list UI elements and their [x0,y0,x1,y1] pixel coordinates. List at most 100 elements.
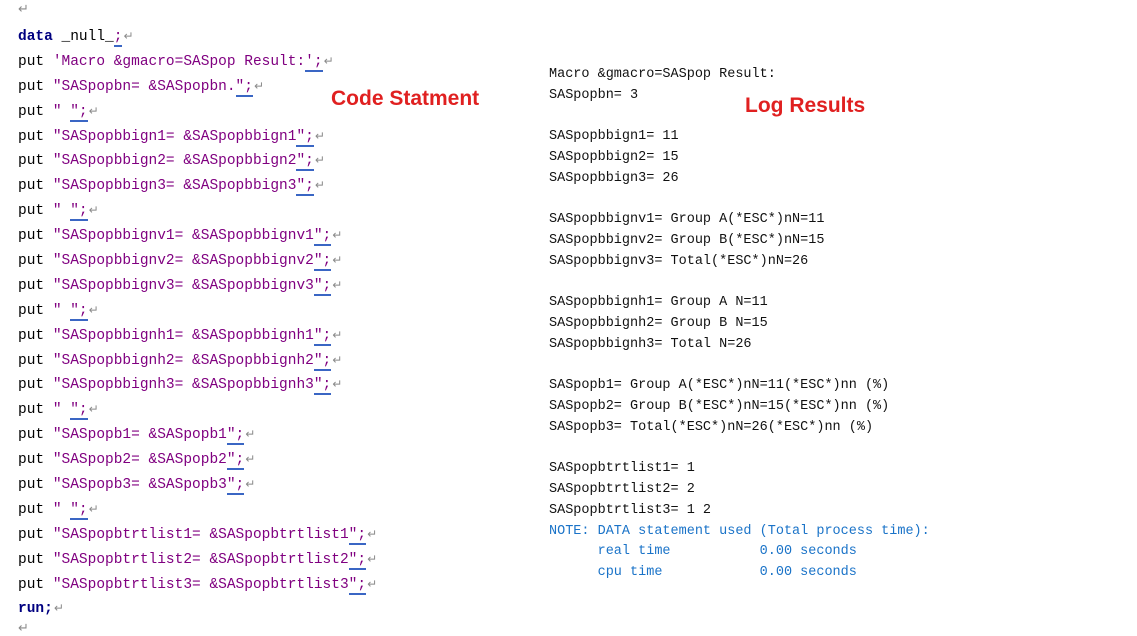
log-line: SASpopb1= Group A(*ESC*)nN=11(*ESC*)nn (… [549,378,890,394]
code-text: put [18,178,53,195]
code-line: put "SASpopb2= &SASpopb2";↵ [18,447,377,472]
log-line: SASpopbn= 3 [549,87,639,103]
log-line: SASpopbtrtlist3= 1 2 [549,502,712,518]
paragraph-mark: ↵ [332,352,343,367]
code-text: put [18,427,53,444]
log-line: SASpopbbign1= 11 [549,129,679,145]
log-line: SASpopbbignh3= Total N=26 [549,336,752,352]
log-line: SASpopb2= Group B(*ESC*)nN=15(*ESC*)nn (… [549,399,890,414]
code-line: put "SASpopbtrtlist1= &SASpopbtrtlist1";… [18,522,377,547]
code-text: put [18,526,53,543]
code-text: put [18,576,53,593]
code-text: put [18,327,53,344]
log-line: SASpopbbignv3= Total(*ESC*)nN=26 [549,253,809,269]
code-terminator: "; [313,377,332,396]
code-text: put [18,551,53,568]
code-terminator: "; [235,78,253,97]
code-line: put " ";↵ [18,99,377,124]
code-terminator: "; [296,178,314,197]
code-line: data _null_;↵ [18,24,377,49]
code-line: put "SASpopb1= &SASpopb1";↵ [18,422,377,447]
code-terminator: "; [70,402,88,421]
paragraph-mark: ↵ [53,601,64,616]
log-line: SASpopbbignh2= Group B N=15 [549,316,768,331]
code-string: " [52,302,71,319]
code-text: put [18,277,53,294]
code-string: "SASpopbtrtlist1= &SASpopbtrtlist1 [52,526,349,543]
code-terminator: "; [226,452,245,471]
paragraph-mark: ↵ [88,501,99,516]
code-terminator: '; [305,53,323,72]
code-line: put " ";↵ [18,298,377,323]
code-string: " [52,402,71,419]
code-line: put " ";↵ [18,198,377,223]
code-string: " [52,501,71,518]
code-terminator: "; [226,477,245,496]
code-text: put [18,352,53,369]
code-text: put [18,103,53,120]
code-text: put [18,452,53,469]
log-line: SASpopbbign2= 15 [549,150,679,165]
code-statement-panel: data _null_;↵ put 'Macro &gmacro=SASpop R… [18,24,377,621]
code-text: put [18,402,53,419]
paragraph-mark: ↵ [332,277,343,292]
paragraph-mark: ↵ [245,452,256,467]
code-line: put "SASpopbbign2= &SASpopbbign2";↵ [18,148,377,173]
log-line: SASpopbbignv2= Group B(*ESC*)nN=15 [549,233,825,248]
code-line: put "SASpopbbignh2= &SASpopbbignh2";↵ [18,348,377,373]
code-string: "SASpopbbignh1= &SASpopbbignh1 [52,327,314,344]
paragraph-mark: ↵ [123,29,134,43]
code-terminator: "; [226,427,245,446]
log-note-line: real time 0.00 seconds [549,544,857,560]
paragraph-mark: ↵ [314,128,325,143]
code-string: "SASpopbbign2= &SASpopbbign2 [52,153,297,170]
log-note-line: NOTE: DATA statement used (Total process… [549,523,930,539]
code-terminator: "; [313,228,332,247]
paragraph-mark: ↵ [323,53,334,68]
log-line: SASpopbbignv1= Group A(*ESC*)nN=11 [549,212,825,228]
code-terminator: ; [113,29,123,47]
code-line: put "SASpopbbignv2= &SASpopbbignv2";↵ [18,248,377,273]
paragraph-mark: ↵ [367,526,378,541]
code-line: run;↵ [18,596,377,621]
code-string: "SASpopbtrtlist3= &SASpopbtrtlist3 [52,576,349,593]
code-line: put "SASpopb3= &SASpopb3";↵ [18,472,377,497]
code-terminator: "; [348,551,367,570]
code-text: put [18,253,53,270]
paragraph-mark: ↵ [332,228,343,243]
code-text: put [18,302,53,319]
paragraph-mark: ↵ [314,178,325,193]
paragraph-mark: ↵ [332,377,343,392]
log-line: Macro &gmacro=SASpop Result: [549,67,776,82]
paragraph-mark: ↵ [88,402,99,417]
code-terminator: "; [348,526,367,545]
code-line: put "SASpopbtrtlist3= &SASpopbtrtlist3";… [18,572,377,597]
code-line: put "SASpopbbignv3= &SASpopbbignv3";↵ [18,273,377,298]
code-text: put [18,501,53,518]
code-line: put "SASpopbbignh1= &SASpopbbignh1";↵ [18,323,377,348]
code-line: put "SASpopbbign3= &SASpopbbign3";↵ [18,173,377,198]
code-terminator: "; [313,327,332,346]
code-line: put "SASpopbbign1= &SASpopbbign1";↵ [18,124,377,149]
log-line: SASpopbbignh1= Group A N=11 [549,295,768,311]
code-string: 'Macro &gmacro=SASpop Result: [52,53,306,70]
paragraph-mark: ↵ [332,253,343,268]
code-text: put [18,203,53,220]
paragraph-mark: ↵ [245,477,256,492]
paragraph-mark: ↵ [88,103,99,118]
code-string: " [52,103,71,120]
code-terminator: "; [313,277,332,296]
log-note-line: cpu time 0.00 seconds [549,565,857,580]
code-terminator: "; [296,128,314,147]
code-string: "SASpopbn= &SASpopbn. [52,78,236,95]
code-terminator: "; [70,203,88,222]
code-string: " [52,203,71,220]
code-line: put " ";↵ [18,497,377,522]
code-terminator: "; [296,153,314,172]
code-line: put 'Macro &gmacro=SASpop Result:';↵ [18,49,377,74]
code-text: put [18,477,53,494]
